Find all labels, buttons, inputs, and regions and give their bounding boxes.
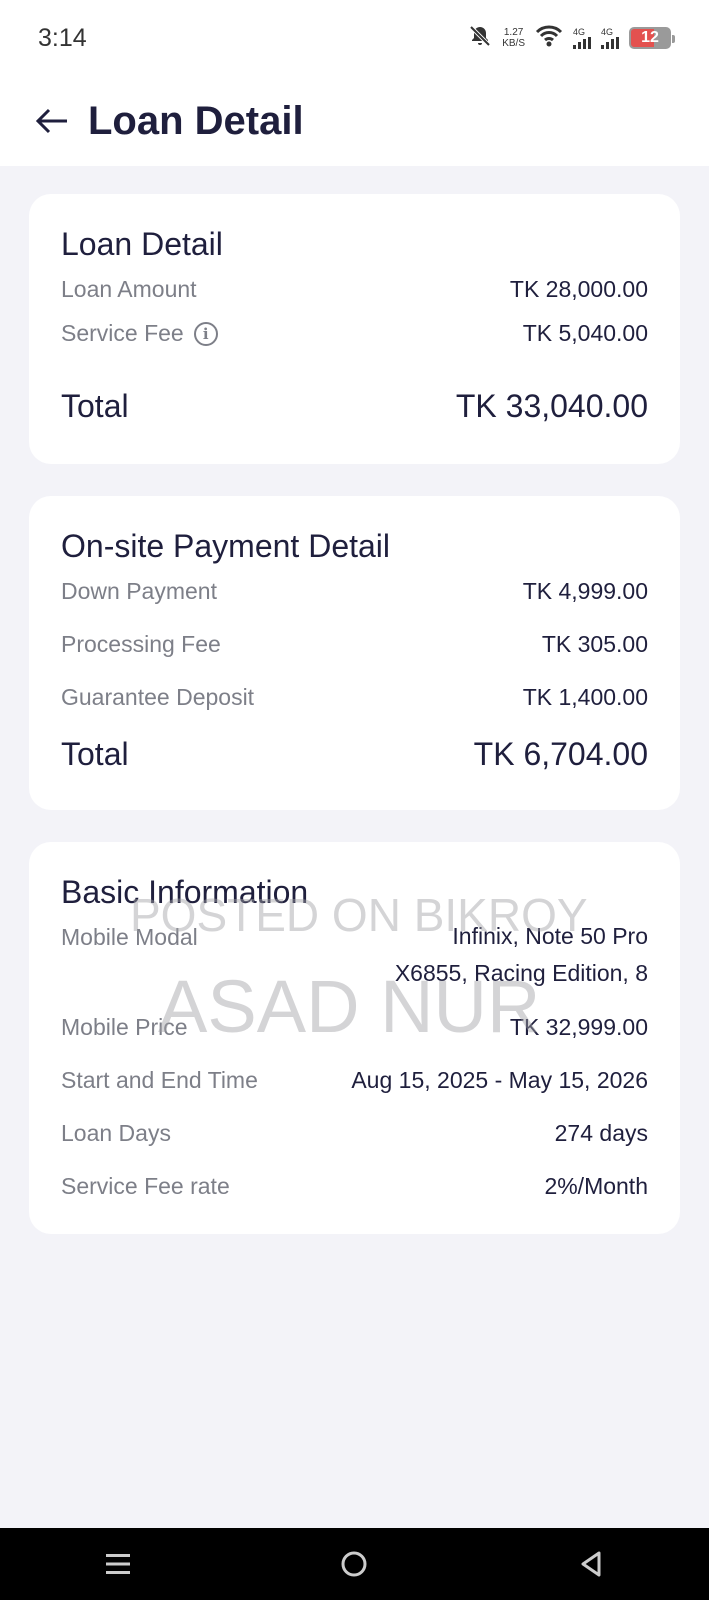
status-time: 3:14 bbox=[38, 23, 87, 52]
row-label: Service Fee rate bbox=[61, 1173, 230, 1199]
service-fee-label-wrap: Service Fee i bbox=[61, 320, 218, 347]
row-label: Processing Fee bbox=[61, 631, 221, 657]
row-value: 274 days bbox=[554, 1120, 648, 1146]
row-service-fee: Service Fee i TK 5,040.00 bbox=[61, 320, 648, 347]
row-value: Aug 15, 2025 - May 15, 2026 bbox=[351, 1067, 648, 1093]
basic-information-card: Basic Information Mobile Modal Infinix, … bbox=[29, 842, 680, 1234]
signal-2: 4G bbox=[601, 26, 619, 49]
menu-button[interactable] bbox=[88, 1534, 148, 1594]
net-speed-value: 1.27 bbox=[503, 27, 524, 38]
total-value: TK 33,040.00 bbox=[455, 388, 648, 424]
row-label: Loan Days bbox=[61, 1120, 171, 1146]
page-title: Loan Detail bbox=[88, 98, 304, 143]
total-value: TK 6,704.00 bbox=[473, 736, 648, 772]
row-processing-fee: Processing Fee TK 305.00 bbox=[61, 631, 648, 658]
wifi-icon bbox=[535, 25, 563, 52]
row-loan-total: Total TK 33,040.00 bbox=[61, 388, 648, 425]
row-label: Loan Amount bbox=[61, 276, 197, 302]
app-header: Loan Detail bbox=[0, 76, 709, 166]
home-icon bbox=[341, 1551, 367, 1577]
total-label: Total bbox=[61, 736, 129, 772]
battery-icon: 12 bbox=[629, 27, 675, 49]
net-speed-unit: KB/S bbox=[502, 38, 525, 49]
nav-back-button[interactable] bbox=[561, 1534, 621, 1594]
signal-1-bars-icon bbox=[573, 36, 591, 49]
total-label: Total bbox=[61, 388, 129, 424]
row-value: TK 1,400.00 bbox=[522, 684, 648, 710]
onsite-payment-card: On-site Payment Detail Down Payment TK 4… bbox=[29, 496, 680, 810]
row-value: TK 5,040.00 bbox=[522, 320, 648, 346]
home-button[interactable] bbox=[324, 1534, 384, 1594]
row-down-payment: Down Payment TK 4,999.00 bbox=[61, 578, 648, 605]
row-service-fee-rate: Service Fee rate 2%/Month bbox=[61, 1173, 648, 1200]
payment-card-title: On-site Payment Detail bbox=[61, 528, 391, 564]
row-loan-days: Loan Days 274 days bbox=[61, 1120, 648, 1147]
loan-card-title: Loan Detail bbox=[61, 226, 223, 262]
mobile-modal-value: Infinix, Note 50 Pro X6855, Racing Editi… bbox=[395, 918, 648, 992]
signal-2-bars-icon bbox=[601, 36, 619, 49]
row-label: Down Payment bbox=[61, 578, 217, 604]
signal-1-label: 4G bbox=[573, 26, 586, 37]
menu-icon bbox=[106, 1554, 131, 1574]
row-label: Guarantee Deposit bbox=[61, 684, 255, 710]
arrow-left-icon bbox=[35, 108, 67, 134]
row-label: Start and End Time bbox=[61, 1067, 258, 1093]
row-label: Service Fee bbox=[61, 320, 184, 346]
row-value: TK 32,999.00 bbox=[509, 1014, 648, 1040]
row-label: Mobile Price bbox=[61, 1014, 188, 1040]
row-value: TK 28,000.00 bbox=[509, 276, 648, 302]
row-loan-amount: Loan Amount TK 28,000.00 bbox=[61, 276, 648, 303]
row-value: TK 305.00 bbox=[541, 631, 648, 657]
status-bar: 3:14 1.27 KB/S 4G 4G 12 bbox=[0, 0, 709, 76]
row-label: Mobile Modal bbox=[61, 924, 198, 950]
row-guarantee-deposit: Guarantee Deposit TK 1,400.00 bbox=[61, 684, 648, 711]
battery-level: 12 bbox=[641, 29, 659, 46]
row-mobile-price: Mobile Price TK 32,999.00 bbox=[61, 1014, 648, 1041]
mobile-modal-line2: X6855, Racing Edition, 8 bbox=[394, 960, 648, 986]
row-mobile-modal: Mobile Modal Infinix, Note 50 Pro X6855,… bbox=[61, 923, 648, 992]
status-icons: 1.27 KB/S 4G 4G 12 bbox=[468, 24, 675, 53]
loan-detail-card: Loan Detail Loan Amount TK 28,000.00 Ser… bbox=[29, 194, 680, 464]
signal-1: 4G bbox=[573, 26, 591, 49]
info-icon[interactable]: i bbox=[193, 321, 218, 346]
back-button[interactable] bbox=[32, 101, 72, 141]
basic-card-title: Basic Information bbox=[61, 874, 309, 910]
row-start-end-time: Start and End Time Aug 15, 2025 - May 15… bbox=[61, 1067, 648, 1094]
net-speed: 1.27 KB/S bbox=[502, 27, 525, 49]
mute-bell-icon bbox=[468, 24, 492, 53]
row-value: TK 4,999.00 bbox=[522, 578, 648, 604]
system-nav-bar bbox=[0, 1528, 709, 1600]
mobile-modal-line1: Infinix, Note 50 Pro bbox=[452, 923, 648, 949]
triangle-back-icon bbox=[581, 1551, 601, 1577]
row-value: 2%/Month bbox=[544, 1173, 648, 1199]
signal-2-label: 4G bbox=[601, 26, 614, 37]
row-payment-total: Total TK 6,704.00 bbox=[61, 736, 648, 773]
